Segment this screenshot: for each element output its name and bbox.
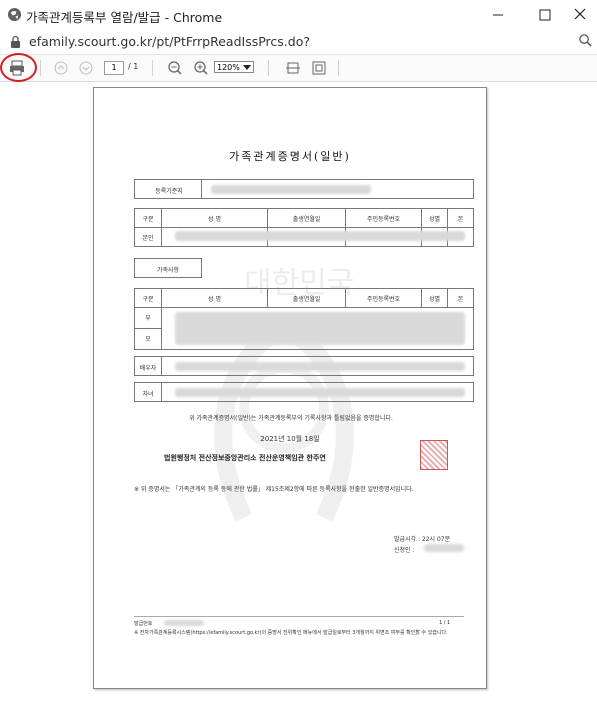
window-title: 가족관계등록부 열람/발급 - Chrome bbox=[26, 10, 223, 25]
row-label: 부 bbox=[145, 315, 151, 322]
row-label: 모 bbox=[145, 336, 151, 343]
page-number-input[interactable]: 1 bbox=[104, 61, 124, 75]
self-table: 구분 성 명 출생연월일 주민등록번호 성별 본 본인 bbox=[134, 208, 474, 247]
footer-note: ※ 전자가족관계등록시스템(https://efamily.scourt.go.… bbox=[134, 630, 448, 636]
col-header: 성별 bbox=[428, 296, 441, 303]
col-header: 성 명 bbox=[208, 216, 221, 223]
row-label: 자녀 bbox=[142, 391, 154, 398]
redacted-field bbox=[175, 231, 465, 241]
col-header: 출생연월일 bbox=[292, 216, 321, 223]
issuer: 법원행정처 전산정보중앙관리소 전산운영책임관 한주연 bbox=[164, 454, 326, 462]
certify-text: 위 가족관계증명서(일반)는 가족관계등록부의 기록사항과 틀림없음을 증명합니… bbox=[189, 415, 393, 422]
maximize-icon bbox=[539, 9, 551, 21]
legal-note: ※ 위 증명서는 「가족관계의 등록 등에 관한 법률」 제15조제2항에 따른… bbox=[134, 486, 414, 493]
official-seal bbox=[420, 440, 448, 470]
col-header: 주민등록번호 bbox=[366, 216, 401, 223]
url-text[interactable]: efamily.scourt.go.kr/pt/PtFrrpReadIssPrc… bbox=[29, 34, 310, 49]
registry-label: 등록기준지 bbox=[155, 188, 183, 195]
divider bbox=[135, 328, 161, 329]
divider bbox=[161, 308, 162, 349]
zoom-value: 120% bbox=[217, 63, 240, 72]
col-header: 본 bbox=[457, 296, 464, 303]
col-header: 구분 bbox=[142, 296, 154, 303]
redacted-field bbox=[175, 312, 465, 345]
col-header: 구분 bbox=[142, 216, 154, 223]
fit-page-icon[interactable] bbox=[310, 59, 328, 77]
chevron-down-icon bbox=[243, 65, 251, 70]
zoom-out-icon[interactable] bbox=[166, 59, 184, 77]
address-bar[interactable]: efamily.scourt.go.kr/pt/PtFrrpReadIssPrc… bbox=[0, 30, 597, 55]
footer-divider bbox=[134, 616, 464, 617]
divider bbox=[161, 383, 162, 401]
close-button[interactable] bbox=[567, 4, 595, 26]
toolbar-separator bbox=[338, 60, 339, 76]
document-title: 가족관계증명서(일반) bbox=[229, 150, 351, 163]
col-header: 본 bbox=[457, 216, 464, 223]
family-row-parents: 부 모 bbox=[134, 307, 474, 350]
col-header: 성별 bbox=[428, 216, 441, 223]
row-label: 본인 bbox=[142, 235, 154, 242]
next-page-icon[interactable] bbox=[77, 59, 95, 77]
document-viewer[interactable]: 대한민국 가족관계증명서(일반) 등록기준지 구분 성 명 출생연월일 주민등록… bbox=[0, 82, 597, 713]
applicant-label: 신청인 : bbox=[394, 547, 415, 554]
maximize-button[interactable] bbox=[531, 4, 559, 26]
redacted-field bbox=[175, 388, 465, 397]
divider bbox=[135, 227, 473, 228]
row-label: 배우자 bbox=[139, 365, 157, 372]
globe-icon bbox=[7, 7, 22, 22]
lock-icon bbox=[11, 35, 20, 48]
redacted-field bbox=[175, 362, 465, 371]
divider bbox=[201, 180, 202, 198]
family-row-child: 자녀 bbox=[134, 382, 474, 402]
family-section-box: 가족사항 bbox=[134, 258, 202, 278]
zoom-search-icon[interactable] bbox=[578, 33, 593, 48]
document-page: 대한민국 가족관계증명서(일반) 등록기준지 구분 성 명 출생연월일 주민등록… bbox=[93, 87, 487, 689]
issue-time: 발급시각 : 22시 07분 bbox=[394, 536, 451, 543]
zoom-in-icon[interactable] bbox=[192, 59, 210, 77]
prev-page-icon[interactable] bbox=[52, 59, 70, 77]
close-icon bbox=[574, 8, 586, 20]
toolbar-separator bbox=[40, 60, 41, 76]
toolbar-separator bbox=[268, 60, 269, 76]
redacted-field bbox=[424, 544, 464, 552]
minimize-icon bbox=[493, 14, 503, 16]
col-header: 출생연월일 bbox=[292, 296, 321, 303]
toolbar-separator bbox=[152, 60, 153, 76]
redacted-field bbox=[164, 620, 204, 626]
viewer-toolbar: 1 / 1 120% bbox=[0, 55, 597, 82]
doc-number-label: 발급번호 bbox=[134, 621, 153, 627]
fit-width-icon[interactable] bbox=[284, 59, 302, 77]
divider bbox=[161, 357, 162, 375]
window-titlebar: 가족관계등록부 열람/발급 - Chrome bbox=[0, 0, 597, 30]
zoom-select[interactable]: 120% bbox=[214, 61, 254, 73]
col-header: 주민등록번호 bbox=[366, 296, 401, 303]
registry-row: 등록기준지 bbox=[134, 179, 474, 199]
page-number: 1 / 1 bbox=[439, 620, 451, 626]
family-row-spouse: 배우자 bbox=[134, 356, 474, 376]
page-total: / 1 bbox=[128, 62, 139, 71]
family-section-label: 가족사항 bbox=[156, 267, 180, 274]
col-header: 성 명 bbox=[208, 296, 221, 303]
minimize-button[interactable] bbox=[484, 4, 512, 26]
family-table-header: 구분 성 명 출생연월일 주민등록번호 성별 본 bbox=[134, 288, 474, 308]
redacted-field bbox=[211, 185, 371, 194]
highlight-circle bbox=[0, 53, 37, 82]
